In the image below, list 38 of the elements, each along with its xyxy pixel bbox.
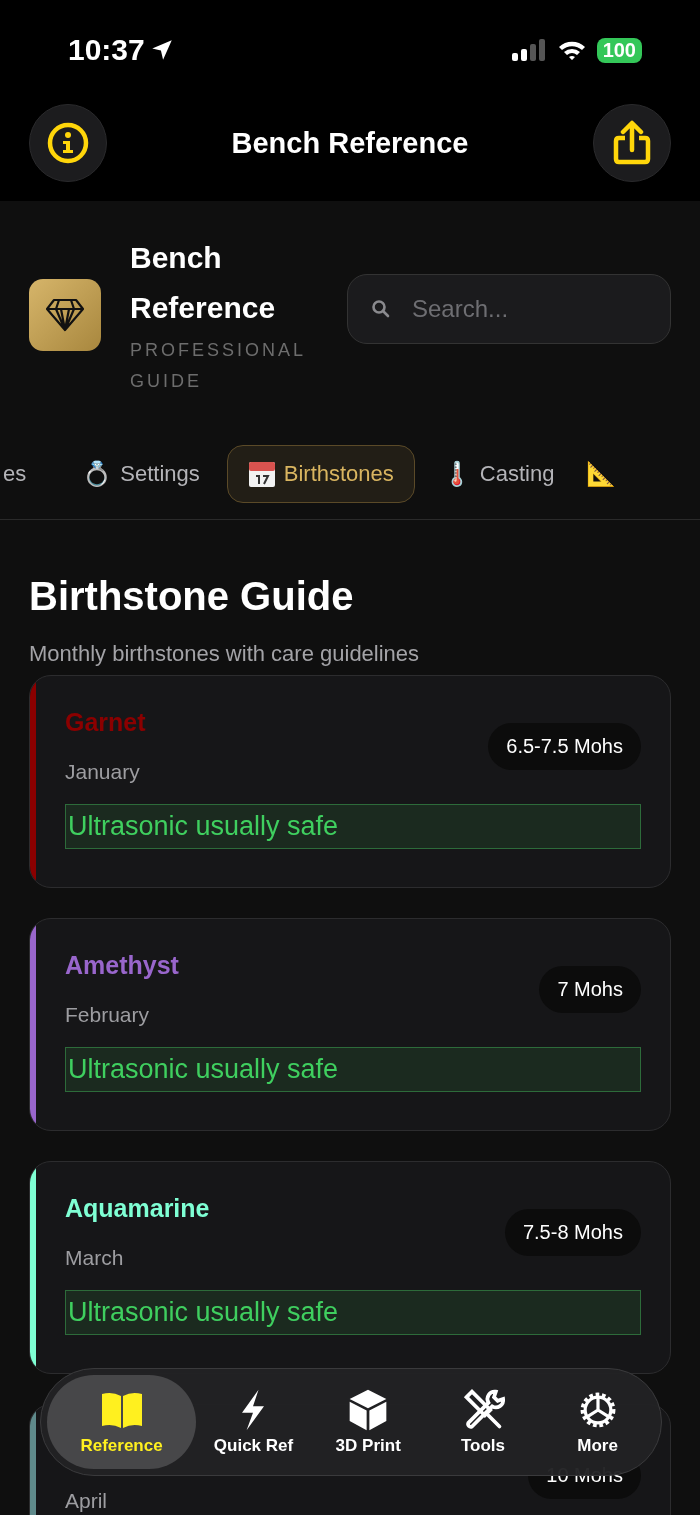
category-tab[interactable]: 📐 bbox=[581, 445, 622, 503]
stone-name: Amethyst bbox=[65, 951, 179, 981]
birthstone-card[interactable]: Aquamarine March 7.5-8 Mohs Ultrasonic usually safe bbox=[29, 1161, 671, 1374]
birthstone-card[interactable]: Amethyst February 7 Mohs Ultrasonic usually safe bbox=[29, 918, 671, 1131]
care-note: Ultrasonic usually safe bbox=[65, 804, 641, 849]
battery-icon: 100 bbox=[596, 37, 642, 63]
tab-bar-item[interactable]: 3D Print bbox=[310, 1375, 426, 1469]
info-icon bbox=[46, 121, 90, 165]
tab-bar-item[interactable]: Quick Ref bbox=[196, 1375, 311, 1469]
care-note: Ultrasonic usually safe bbox=[65, 1047, 641, 1092]
birthstone-card[interactable]: Garnet January 6.5-7.5 Mohs Ultrasonic usually safe bbox=[29, 675, 671, 888]
diamond-logo-icon bbox=[29, 279, 101, 351]
month-label: January bbox=[65, 760, 141, 784]
search-field[interactable]: Search... bbox=[347, 274, 671, 344]
app-title: Bench Reference bbox=[130, 240, 277, 326]
category-tab[interactable]: Birthstones bbox=[226, 445, 415, 503]
hardness-badge: 7.5-8 Mohs bbox=[504, 1208, 641, 1256]
stone-name: Aquamarine bbox=[65, 1194, 210, 1224]
hardness-badge: 7 Mohs bbox=[539, 965, 641, 1013]
status-time: 10:37 bbox=[68, 33, 145, 67]
month-label: March bbox=[65, 1246, 125, 1270]
category-tab[interactable]: 💍 Settings bbox=[61, 445, 221, 503]
month-label: April bbox=[65, 1489, 107, 1513]
hardness-badge: 6.5-7.5 Mohs bbox=[488, 722, 641, 770]
stone-name: Garnet bbox=[65, 708, 146, 738]
tab-bar-item[interactable]: Reference bbox=[47, 1375, 197, 1469]
category-tab[interactable]: es bbox=[0, 446, 56, 502]
month-label: February bbox=[65, 1003, 151, 1027]
app-subtitle: PROFESSIONAL GUIDE bbox=[130, 339, 307, 393]
section-title: Birthstone Guide bbox=[29, 574, 355, 619]
share-icon bbox=[612, 120, 652, 166]
section-subtitle: Monthly birthstones with care guidelines bbox=[29, 641, 421, 667]
search-icon bbox=[371, 299, 391, 319]
screen-title: Bench Reference bbox=[231, 126, 469, 160]
calendar-icon bbox=[247, 460, 276, 488]
signal-icon bbox=[510, 39, 547, 61]
care-note: Ultrasonic usually safe bbox=[65, 1290, 641, 1335]
category-tab[interactable]: 🌡 Casting bbox=[420, 445, 576, 503]
